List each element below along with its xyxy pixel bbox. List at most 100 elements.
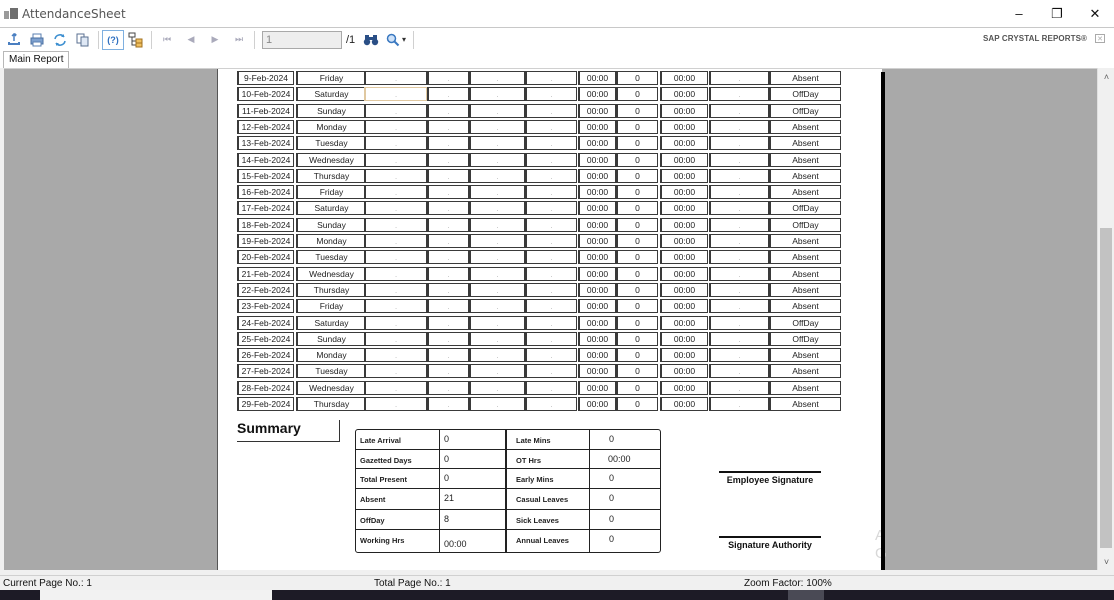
late-count-cell: 0 — [616, 348, 658, 363]
summary-label: Sick Leaves — [516, 516, 559, 525]
leave-cell: . — [709, 217, 769, 232]
tab-main-report[interactable]: Main Report — [3, 51, 70, 68]
binoculars-icon — [363, 34, 379, 45]
page-total-label: /1 — [346, 33, 356, 46]
working-hours-cell: 00:00 — [578, 71, 616, 85]
time-in-cell: . — [364, 234, 427, 248]
scroll-down-button[interactable]: ˅ — [1098, 553, 1114, 570]
summary-value: 0 — [444, 454, 450, 464]
summary-label: Working Hrs — [360, 536, 405, 545]
report-viewport[interactable]: 9-Feb-2024 Friday.... 00:00 0 00:00. Absent 10… — [4, 68, 1097, 570]
time-in-cell: . — [364, 185, 427, 200]
break-cell: . — [469, 331, 525, 346]
help-button[interactable]: (?) — [102, 29, 124, 50]
date-cell: 10-Feb-2024 — [237, 87, 294, 102]
summary-value: 0 — [444, 434, 450, 444]
taskbar-active-item[interactable] — [788, 590, 824, 600]
copy-button[interactable] — [72, 30, 94, 50]
help-icon: (?) — [107, 34, 119, 45]
time-out-cell: . — [427, 364, 469, 379]
working-hours-cell: 00:00 — [578, 315, 616, 330]
page-number-input[interactable] — [262, 30, 342, 49]
status-cell: Absent — [769, 348, 841, 363]
working-hours-cell: 00:00 — [578, 136, 616, 151]
minimize-button[interactable]: – — [1000, 0, 1038, 27]
previous-page-button[interactable]: ◀ — [179, 30, 203, 50]
status-cell: OffDay — [769, 217, 841, 232]
tab-bar: Main Report — [0, 51, 1114, 68]
report-page: 9-Feb-2024 Friday.... 00:00 0 00:00. Absent 10… — [217, 69, 887, 570]
summary-label: OT Hrs — [516, 456, 542, 465]
remarks-cell: . — [525, 234, 577, 248]
leave-cell: . — [709, 201, 769, 216]
leave-cell: . — [709, 103, 769, 118]
remarks-cell: . — [525, 87, 577, 102]
first-page-button[interactable]: ⏮ — [155, 30, 179, 50]
last-page-button[interactable]: ⏭ — [227, 30, 251, 50]
day-cell: Friday — [296, 185, 366, 200]
next-page-button[interactable]: ▶ — [203, 30, 227, 50]
summary-value: 0 — [609, 514, 615, 524]
break-cell: . — [469, 71, 525, 85]
taskbar-window[interactable] — [40, 590, 272, 600]
day-cell: Sunday — [296, 103, 366, 118]
day-cell: Monday — [296, 348, 366, 363]
zoom-button[interactable]: ▾ — [383, 30, 409, 50]
find-button[interactable] — [360, 30, 382, 50]
status-bar: Current Page No.: 1 Total Page No.: 1 Zo… — [0, 575, 1114, 590]
status-cell: Absent — [769, 250, 841, 265]
day-cell: Wednesday — [296, 152, 366, 167]
working-hours-cell: 00:00 — [578, 282, 616, 297]
summary-label: OffDay — [360, 516, 385, 525]
time-out-cell: . — [427, 103, 469, 118]
break-cell: . — [469, 299, 525, 314]
print-button[interactable] — [26, 30, 48, 50]
leave-cell: . — [709, 250, 769, 265]
summary-label: Gazetted Days — [360, 456, 412, 465]
break-cell: . — [469, 266, 525, 281]
time-out-cell: . — [427, 201, 469, 216]
ot-hours-cell: 00:00 — [660, 315, 708, 330]
time-in-cell: . — [364, 103, 427, 118]
restore-button[interactable]: ❐ — [1038, 0, 1076, 27]
time-in-cell: . — [364, 217, 427, 232]
export-button[interactable] — [3, 30, 25, 50]
summary-row: Late Arrival 0 Late Mins 0 — [356, 430, 660, 450]
close-button[interactable]: ✕ — [1076, 0, 1114, 27]
day-cell: Tuesday — [296, 250, 366, 265]
date-cell: 20-Feb-2024 — [237, 250, 294, 265]
break-cell: . — [469, 397, 525, 411]
day-cell: Tuesday — [296, 364, 366, 379]
working-hours-cell: 00:00 — [578, 364, 616, 379]
scroll-up-button[interactable]: ˄ — [1098, 68, 1114, 85]
working-hours-cell: 00:00 — [578, 266, 616, 281]
vertical-scrollbar[interactable]: ˄ ˅ — [1097, 68, 1114, 570]
time-in-cell: . — [364, 315, 427, 330]
working-hours-cell: 00:00 — [578, 103, 616, 118]
date-cell: 28-Feb-2024 — [237, 380, 294, 395]
refresh-button[interactable] — [49, 30, 71, 50]
day-cell: Thursday — [296, 397, 366, 411]
remarks-cell: . — [525, 397, 577, 411]
time-in-cell: . — [364, 397, 427, 411]
ot-hours-cell: 00:00 — [660, 71, 708, 85]
status-cell: Absent — [769, 266, 841, 281]
working-hours-cell: 00:00 — [578, 348, 616, 363]
close-tab-icon[interactable]: ✕ — [1095, 34, 1105, 43]
window-controls: – ❐ ✕ — [1000, 0, 1114, 27]
date-cell: 27-Feb-2024 — [237, 364, 294, 379]
late-count-cell: 0 — [616, 119, 658, 134]
group-tree-button[interactable] — [125, 30, 147, 50]
late-count-cell: 0 — [616, 185, 658, 200]
window-title: AttendanceSheet — [22, 6, 126, 21]
summary-label: Casual Leaves — [516, 495, 569, 504]
break-cell: . — [469, 250, 525, 265]
day-cell: Sunday — [296, 217, 366, 232]
date-cell: 11-Feb-2024 — [237, 103, 294, 118]
leave-cell: . — [709, 315, 769, 330]
ot-hours-cell: 00:00 — [660, 217, 708, 232]
scrollbar-thumb[interactable] — [1100, 228, 1112, 548]
time-in-cell: . — [364, 168, 427, 183]
ot-hours-cell: 00:00 — [660, 201, 708, 216]
summary-label: Absent — [360, 495, 386, 504]
